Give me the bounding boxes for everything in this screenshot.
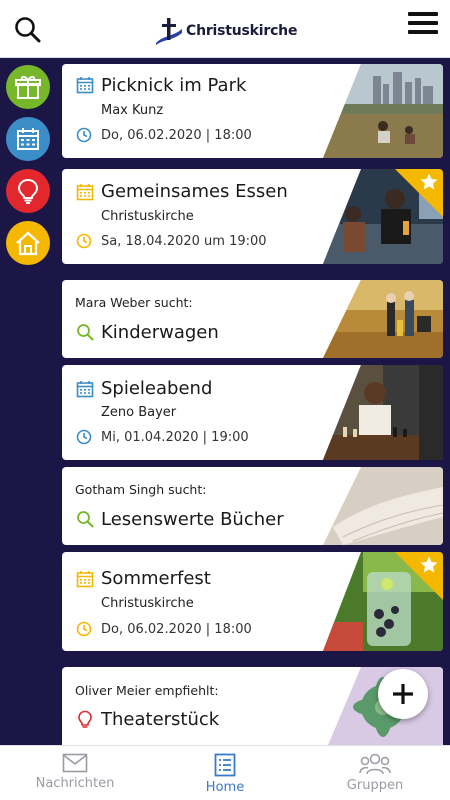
- event-card[interactable]: Spieleabend Zeno Bayer Mi, 01.04.2020 | …: [62, 365, 443, 460]
- author-action: sucht:: [150, 295, 193, 310]
- clock-icon: [76, 233, 92, 249]
- author-action: sucht:: [164, 482, 207, 497]
- bottom-navigation: Nachrichten Home Gruppen: [0, 745, 450, 800]
- card-title: Picknick im Park: [101, 75, 247, 96]
- card-organizer: Christuskirche: [101, 596, 194, 611]
- author-name: Oliver Meier: [75, 683, 151, 698]
- card-date: Do, 06.02.2020 | 18:00: [101, 622, 252, 637]
- card-title: Theaterstück: [101, 709, 220, 730]
- card-organizer: Max Kunz: [101, 103, 164, 118]
- plus-icon: [393, 684, 413, 704]
- idea-category-button[interactable]: [6, 169, 50, 213]
- card-title: Lesenswerte Bücher: [101, 509, 284, 530]
- clock-icon: [76, 127, 92, 143]
- card-title: Sommerfest: [101, 568, 211, 589]
- card-organizer: Zeno Bayer: [101, 405, 177, 420]
- gift-category-button[interactable]: [6, 65, 50, 109]
- calendar-icon: [76, 571, 94, 588]
- search-card[interactable]: Mara Weber sucht: Kinderwagen: [62, 280, 443, 358]
- family-park-photo: [323, 280, 443, 358]
- tab-gruppen[interactable]: Gruppen: [300, 746, 450, 800]
- calendar-icon: [76, 184, 94, 201]
- tab-label: Home: [205, 780, 245, 795]
- tab-home[interactable]: Home: [150, 746, 300, 800]
- mail-icon: [62, 753, 88, 773]
- calendar-category-button[interactable]: [6, 117, 50, 161]
- card-title: Spieleabend: [101, 378, 213, 399]
- app-logo: Christuskirche: [154, 14, 304, 48]
- app-name: Christuskirche: [186, 23, 298, 39]
- house-icon: [16, 231, 40, 256]
- author-action: empfiehlt:: [150, 683, 219, 698]
- recommendation-author: Oliver Meier empfiehlt:: [75, 683, 219, 698]
- home-category-button[interactable]: [6, 221, 50, 265]
- tab-nachrichten[interactable]: Nachrichten: [0, 746, 150, 800]
- author-name: Gotham Singh: [75, 482, 165, 497]
- clock-icon: [76, 429, 92, 445]
- search-author: Mara Weber sucht:: [75, 295, 193, 310]
- event-card[interactable]: Picknick im Park Max Kunz Do, 06.02.2020…: [62, 64, 443, 158]
- hamburger-menu-icon[interactable]: [408, 12, 438, 38]
- calendar-icon: [76, 77, 94, 94]
- park-photo: [323, 64, 443, 158]
- lightbulb-icon: [78, 710, 92, 728]
- event-card[interactable]: Gemeinsames Essen Christuskirche Sa, 18.…: [62, 169, 443, 264]
- card-title: Gemeinsames Essen: [101, 181, 288, 202]
- chess-photo: [323, 365, 443, 460]
- calendar-icon: [17, 128, 39, 150]
- gift-icon: [15, 76, 41, 99]
- search-icon: [77, 511, 94, 528]
- clock-icon: [76, 621, 92, 637]
- top-bar: Christuskirche: [0, 0, 450, 58]
- tab-label: Gruppen: [346, 778, 404, 793]
- search-author: Gotham Singh sucht:: [75, 482, 206, 497]
- star-icon: [420, 173, 438, 190]
- card-date: Sa, 18.04.2020 um 19:00: [101, 234, 267, 249]
- add-button[interactable]: [378, 669, 428, 719]
- search-icon: [77, 324, 94, 341]
- group-icon: [359, 753, 391, 775]
- event-card[interactable]: Sommerfest Christuskirche Do, 06.02.2020…: [62, 552, 443, 651]
- calendar-icon: [76, 381, 94, 398]
- list-icon: [214, 753, 236, 777]
- card-title: Kinderwagen: [101, 322, 219, 343]
- star-icon: [420, 556, 438, 573]
- lightbulb-icon: [17, 178, 39, 204]
- book-photo: [323, 467, 443, 545]
- card-date: Do, 06.02.2020 | 18:00: [101, 128, 252, 143]
- card-organizer: Christuskirche: [101, 209, 194, 224]
- search-card[interactable]: Gotham Singh sucht: Lesenswerte Bücher: [62, 467, 443, 545]
- tab-label: Nachrichten: [35, 776, 115, 791]
- card-date: Mi, 01.04.2020 | 19:00: [101, 430, 249, 445]
- author-name: Mara Weber: [75, 295, 151, 310]
- church-logo-icon: [156, 18, 182, 45]
- search-icon[interactable]: [14, 16, 42, 44]
